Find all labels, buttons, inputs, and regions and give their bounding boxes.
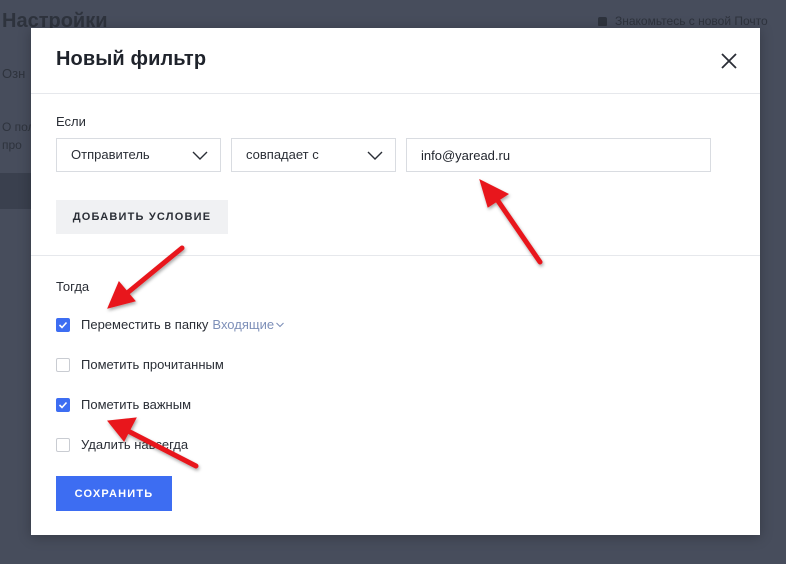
option-label: Удалить навсегда bbox=[81, 437, 189, 452]
add-condition-button[interactable]: ДОБАВИТЬ УСЛОВИЕ bbox=[56, 200, 228, 234]
option-label: Пометить прочитанным bbox=[81, 357, 224, 372]
mark-important-checkbox[interactable] bbox=[56, 398, 70, 412]
background-text-fragment: Озн bbox=[2, 66, 26, 81]
header-divider bbox=[31, 93, 760, 94]
folder-dropdown-value: Входящие bbox=[212, 317, 275, 332]
chevron-down-icon bbox=[276, 322, 284, 328]
delete-forever-checkbox[interactable] bbox=[56, 438, 70, 452]
close-icon bbox=[721, 53, 737, 69]
background-notice-text: Знакомьтесь с новой Почто bbox=[615, 14, 768, 28]
dialog-title: Новый фильтр bbox=[56, 48, 207, 70]
field-select-value: Отправитель bbox=[71, 147, 150, 162]
close-button[interactable] bbox=[717, 49, 741, 73]
checkmark-icon bbox=[58, 401, 68, 409]
actions-section-label: Тогда bbox=[56, 279, 90, 294]
folder-dropdown[interactable]: Входящие bbox=[212, 317, 284, 332]
background-notice: Знакомьтесь с новой Почто bbox=[598, 14, 768, 28]
checkmark-icon bbox=[58, 321, 68, 329]
move-to-folder-checkbox[interactable] bbox=[56, 318, 70, 332]
condition-section-label: Если bbox=[56, 114, 86, 129]
background-text-fragment: про bbox=[2, 138, 22, 152]
operator-select[interactable]: совпадает с bbox=[231, 138, 396, 172]
save-button[interactable]: СОХРАНИТЬ bbox=[56, 476, 172, 511]
option-label: Переместить в папку bbox=[81, 317, 209, 332]
section-divider bbox=[31, 255, 760, 256]
condition-value-input[interactable] bbox=[406, 138, 711, 172]
chevron-down-icon bbox=[192, 151, 208, 160]
new-filter-dialog: Новый фильтр Если Отправитель совпадает … bbox=[31, 28, 760, 535]
option-label: Пометить важным bbox=[81, 397, 192, 412]
field-select[interactable]: Отправитель bbox=[56, 138, 221, 172]
mark-read-checkbox[interactable] bbox=[56, 358, 70, 372]
operator-select-value: совпадает с bbox=[246, 147, 319, 162]
bell-icon bbox=[598, 17, 607, 26]
background-button bbox=[0, 173, 31, 209]
chevron-down-icon bbox=[367, 151, 383, 160]
background-text-fragment: О пол bbox=[2, 120, 35, 134]
